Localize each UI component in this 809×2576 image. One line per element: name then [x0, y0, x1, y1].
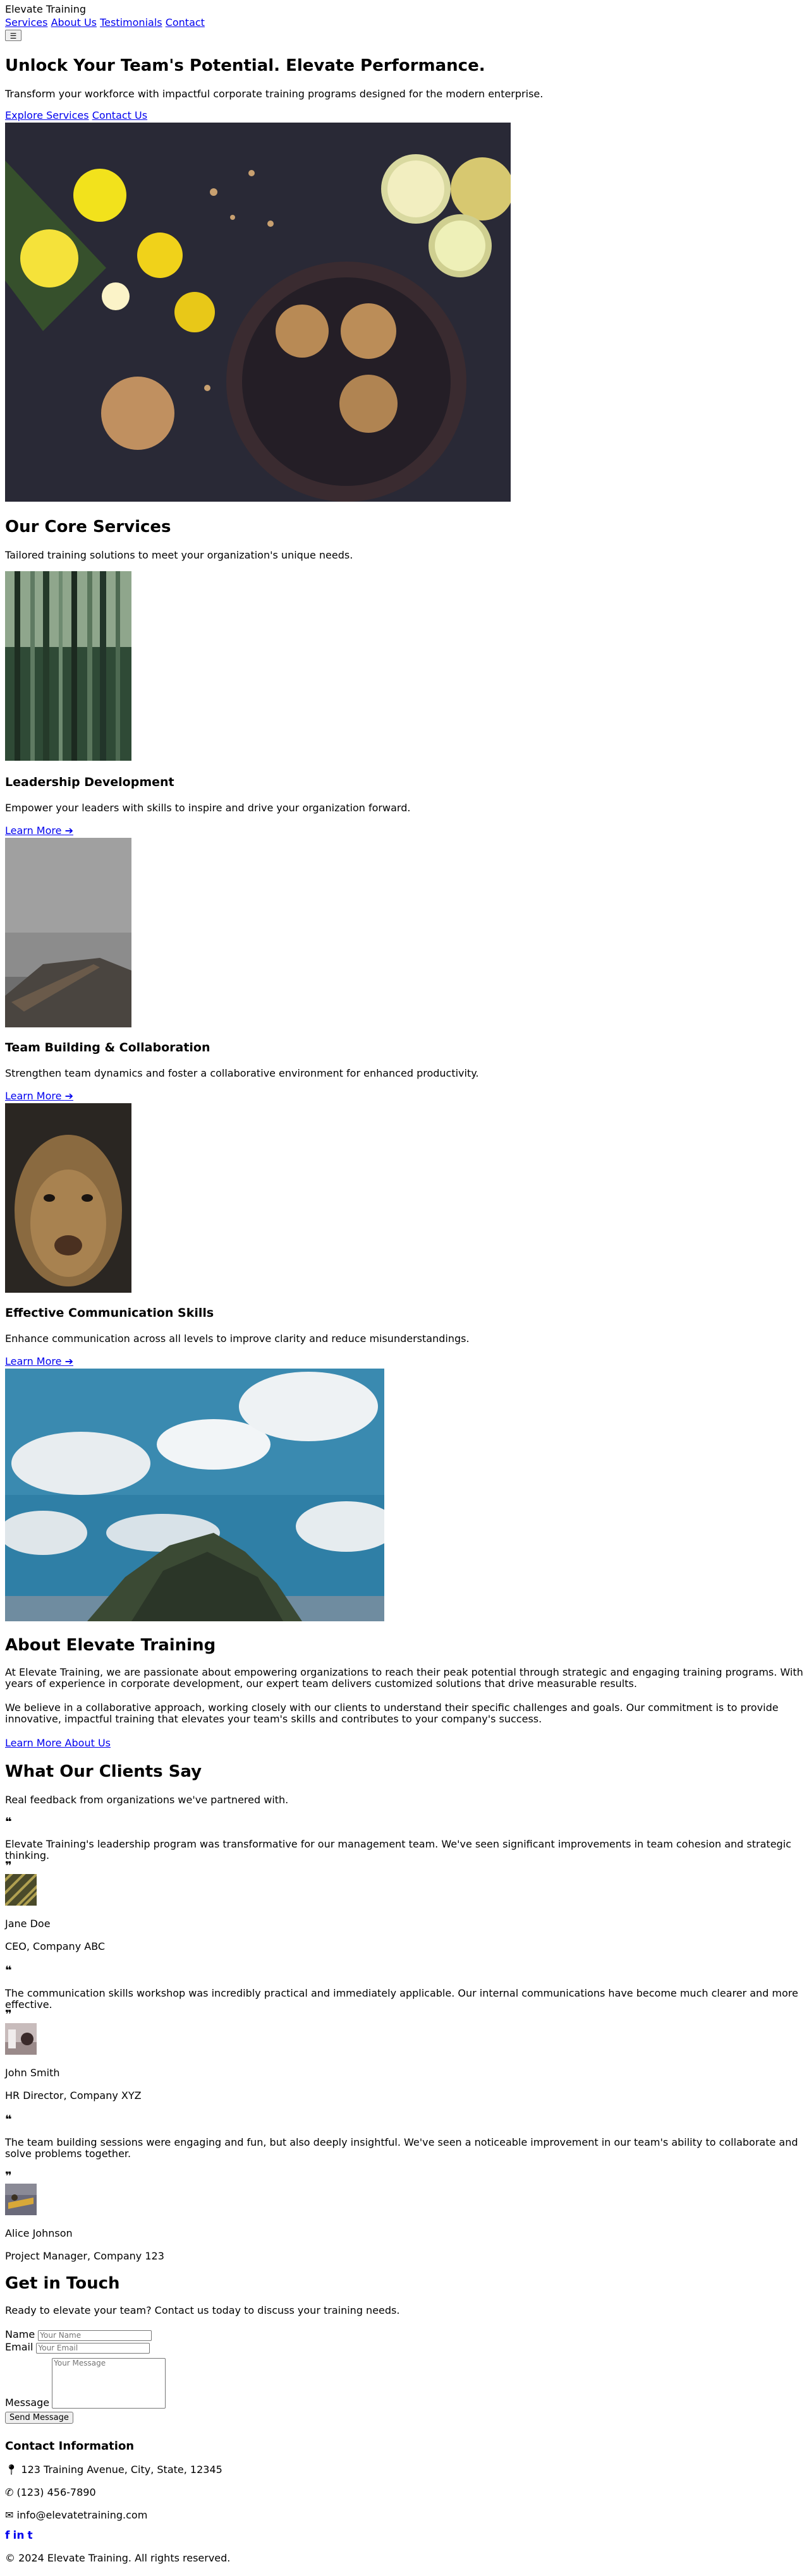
main-nav: Services About Us Testimonials Contact — [5, 16, 205, 28]
leadership-service-image — [5, 571, 131, 761]
message-label: Message — [5, 2396, 50, 2409]
email-label: Email — [5, 2341, 33, 2353]
copyright: © 2024 Elevate Training. All rights rese… — [5, 2552, 231, 2564]
about-title: About Elevate Training — [5, 1636, 216, 1655]
submit-row: Send Message — [5, 2411, 258, 2424]
about-paragraph-2: We believe in a collaborative approach, … — [5, 1702, 779, 1726]
service-description: Empower your leaders with skills to insp… — [5, 802, 411, 814]
hero-image — [5, 123, 511, 502]
message-row: Message — [5, 2354, 258, 2409]
testimonial-quote: The team building sessions were engaging… — [5, 2136, 798, 2160]
menu-toggle-button[interactable]: ☰ — [5, 30, 21, 41]
testimonial-role: HR Director, Company XYZ — [5, 2089, 142, 2101]
testimonial-quote: The communication skills workshop was in… — [5, 1987, 798, 2011]
communication-service-image — [5, 1103, 131, 1293]
quote-right-icon: ❞ — [5, 2008, 12, 2021]
phone-icon: ✆ — [5, 2486, 14, 2498]
service-title: Leadership Development — [5, 775, 174, 789]
communication-learn-more-link[interactable]: Learn More ➔ — [5, 1355, 73, 1367]
send-message-button[interactable]: Send Message — [5, 2412, 73, 2424]
name-row: Name — [5, 2328, 258, 2342]
testimonial-name: John Smith — [5, 2067, 60, 2079]
email-row: Email — [5, 2341, 258, 2354]
quote-left-icon: ❝ — [5, 2113, 12, 2126]
testimonial-name: Alice Johnson — [5, 2227, 73, 2239]
name-label: Name — [5, 2328, 35, 2340]
services-subtitle: Tailored training solutions to meet your… — [5, 549, 353, 561]
service-description: Strengthen team dynamics and foster a co… — [5, 1067, 479, 1079]
arrow-right-icon: ➔ — [64, 1355, 73, 1367]
envelope-icon: ✉ — [5, 2509, 14, 2521]
team-building-learn-more-link[interactable]: Learn More ➔ — [5, 1090, 73, 1102]
avatar — [5, 1874, 37, 1906]
testimonial-role: CEO, Company ABC — [5, 1940, 106, 1952]
about-learn-more-link[interactable]: Learn More About Us — [5, 1737, 111, 1749]
service-description: Enhance communication across all levels … — [5, 1333, 470, 1345]
message-textarea[interactable] — [52, 2358, 166, 2409]
avatar — [5, 2184, 37, 2215]
testimonials-title: What Our Clients Say — [5, 1762, 202, 1781]
hero-subtitle: Transform your workforce with impactful … — [5, 88, 544, 100]
testimonials-subtitle: Real feedback from organizations we've p… — [5, 1794, 289, 1806]
testimonial-name: Jane Doe — [5, 1918, 51, 1930]
contact-form: Name Email Message Send Message — [5, 2328, 258, 2424]
contact-title: Get in Touch — [5, 2274, 120, 2293]
site-logo: Elevate Training — [5, 3, 87, 15]
email-input[interactable] — [36, 2342, 150, 2354]
name-input[interactable] — [38, 2330, 152, 2341]
contact-us-button[interactable]: Contact Us — [92, 109, 147, 121]
contact-info-title: Contact Information — [5, 2440, 135, 2453]
arrow-right-icon: ➔ — [64, 825, 73, 837]
explore-services-button[interactable]: Explore Services — [5, 109, 89, 121]
contact-email: ✉ info@elevatetraining.com — [5, 2509, 148, 2521]
social-links: f in t — [5, 2529, 33, 2543]
quote-right-icon: ❞ — [5, 2170, 12, 2183]
nav-about[interactable]: About Us — [51, 16, 97, 28]
twitter-icon[interactable]: t — [28, 2529, 33, 2542]
avatar — [5, 2023, 37, 2055]
about-paragraph-1: At Elevate Training, we are passionate a… — [5, 1666, 803, 1690]
quote-right-icon: ❞ — [5, 1859, 12, 1873]
service-title: Effective Communication Skills — [5, 1306, 214, 1320]
linkedin-icon[interactable]: in — [13, 2529, 25, 2542]
quote-left-icon: ❝ — [5, 1964, 12, 1977]
leadership-learn-more-link[interactable]: Learn More ➔ — [5, 825, 73, 837]
hamburger-icon: ☰ — [9, 32, 17, 40]
contact-address: 📍︎ 123 Training Avenue, City, State, 123… — [5, 2464, 222, 2476]
hero-cta-group: Explore Services Contact Us — [5, 109, 147, 121]
hero-title: Unlock Your Team's Potential. Elevate Pe… — [5, 56, 485, 75]
service-title: Team Building & Collaboration — [5, 1041, 210, 1055]
testimonial-role: Project Manager, Company 123 — [5, 2250, 164, 2262]
nav-services[interactable]: Services — [5, 16, 47, 28]
quote-left-icon: ❝ — [5, 1815, 12, 1829]
team-building-service-image — [5, 838, 131, 1027]
arrow-right-icon: ➔ — [64, 1090, 73, 1102]
nav-contact[interactable]: Contact — [166, 16, 205, 28]
contact-subtitle: Ready to elevate your team? Contact us t… — [5, 2304, 400, 2316]
nav-testimonials[interactable]: Testimonials — [100, 16, 162, 28]
about-image — [5, 1369, 384, 1621]
map-marker-icon: 📍︎ — [5, 2464, 18, 2476]
testimonial-quote: Elevate Training's leadership program wa… — [5, 1838, 791, 1862]
services-title: Our Core Services — [5, 517, 171, 536]
facebook-icon[interactable]: f — [5, 2529, 9, 2542]
contact-phone: ✆ (123) 456-7890 — [5, 2486, 96, 2498]
